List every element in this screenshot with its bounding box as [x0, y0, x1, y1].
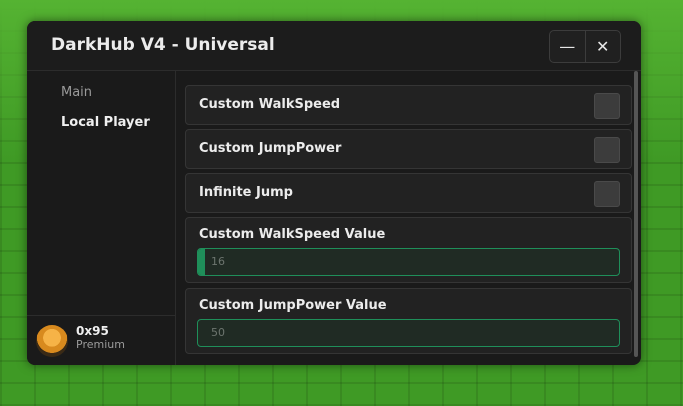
title-bar[interactable]: DarkHub V4 - Universal — ✕	[27, 21, 641, 71]
toggle-checkbox[interactable]	[594, 181, 620, 207]
sidebar: Main Local Player 0x95 Premium	[27, 71, 176, 365]
slider-value: 50	[211, 326, 225, 339]
sidebar-item-main[interactable]: Main	[61, 85, 92, 100]
close-icon: ✕	[596, 37, 610, 56]
toggle-custom-walkspeed[interactable]: Custom WalkSpeed	[185, 85, 632, 125]
avatar	[36, 325, 68, 357]
slider-label: Custom WalkSpeed Value	[199, 227, 386, 242]
close-button[interactable]: ✕	[584, 31, 621, 62]
toggle-label: Custom WalkSpeed	[199, 97, 341, 112]
user-rank: Premium	[76, 338, 125, 351]
toggle-custom-jumppower[interactable]: Custom JumpPower	[185, 129, 632, 169]
slider-custom-jumppower-value: Custom JumpPower Value 50	[185, 288, 632, 354]
toggle-checkbox[interactable]	[594, 93, 620, 119]
window-title: DarkHub V4 - Universal	[51, 35, 275, 55]
toggle-label: Custom JumpPower	[199, 141, 342, 156]
slider-track[interactable]: 50	[197, 319, 620, 347]
slider-label: Custom JumpPower Value	[199, 298, 387, 313]
scrollbar[interactable]	[634, 71, 638, 357]
toggle-infinite-jump[interactable]: Infinite Jump	[185, 173, 632, 213]
slider-track[interactable]: 16	[197, 248, 620, 276]
slider-value: 16	[211, 255, 225, 268]
minimize-icon: —	[559, 37, 576, 56]
toggle-label: Infinite Jump	[199, 185, 293, 200]
slider-custom-walkspeed-value: Custom WalkSpeed Value 16	[185, 217, 632, 283]
profile-section: 0x95 Premium	[27, 315, 175, 365]
toggle-checkbox[interactable]	[594, 137, 620, 163]
slider-fill	[198, 249, 205, 275]
username: 0x95	[76, 324, 109, 338]
sidebar-item-local-player[interactable]: Local Player	[61, 115, 150, 130]
darkhub-window: DarkHub V4 - Universal — ✕ Main Local Pl…	[27, 21, 641, 365]
minimize-button[interactable]: —	[550, 31, 585, 62]
window-controls: — ✕	[549, 30, 621, 63]
